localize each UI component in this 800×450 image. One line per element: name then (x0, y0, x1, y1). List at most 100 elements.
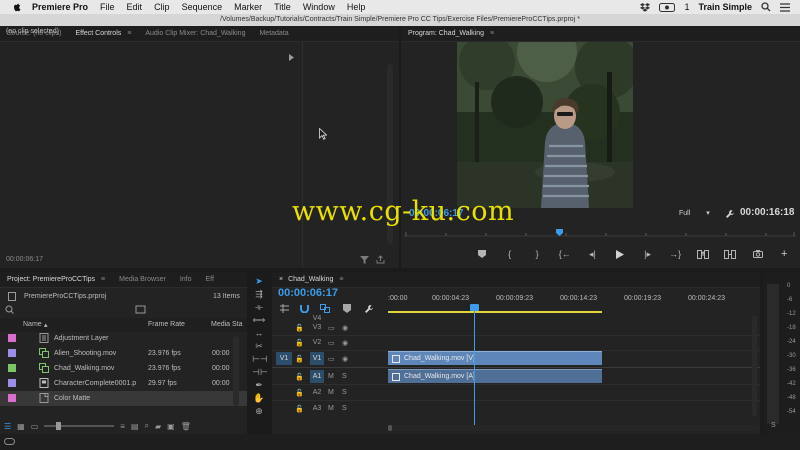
solo-button[interactable]: S (342, 373, 347, 380)
lock-icon[interactable]: 🔓 (295, 324, 304, 332)
zoom-tool-icon[interactable]: ⊕ (252, 406, 266, 417)
icon-view-icon[interactable]: ▦ (17, 422, 25, 431)
playhead-handle[interactable] (470, 304, 479, 311)
track-select-tool-icon[interactable]: ⇶ (252, 289, 266, 300)
go-to-in-button[interactable]: {← (558, 247, 572, 261)
record-icon[interactable] (659, 2, 676, 12)
mark-in-button[interactable]: { (503, 247, 517, 261)
menu-marker[interactable]: Marker (234, 2, 262, 12)
lock-icon[interactable]: 🔓 (295, 373, 304, 381)
step-back-button[interactable]: ◂| (585, 247, 599, 261)
slip-tool-icon[interactable]: ⊢⊣ (252, 354, 268, 365)
eye-icon[interactable]: ◉ (342, 339, 348, 347)
program-video-frame[interactable] (457, 42, 633, 208)
menu-file[interactable]: File (100, 2, 115, 12)
lock-icon[interactable]: 🔓 (295, 389, 304, 397)
project-item[interactable]: Chad_Walking.mov 23.976 fps 00:00 (0, 361, 247, 376)
export-frame-button[interactable] (751, 247, 765, 261)
mark-out-button[interactable]: } (530, 247, 544, 261)
tab-effects[interactable]: Eff (199, 272, 221, 288)
timeline-vertical-scrollbar[interactable] (752, 316, 757, 416)
close-icon[interactable]: × (279, 276, 283, 283)
rate-stretch-tool-icon[interactable]: ↔ (252, 328, 266, 339)
sync-lock-icon[interactable]: ▭ (328, 355, 335, 363)
expand-arrow-icon[interactable] (289, 54, 294, 61)
list-icon[interactable] (780, 2, 790, 12)
slide-tool-icon[interactable]: ⊣⊢ (252, 367, 268, 378)
menu-window[interactable]: Window (303, 2, 335, 12)
timeline-menu-icon[interactable]: ≡ (339, 276, 343, 283)
tab-audio-clip-mixer[interactable]: Audio Clip Mixer: Chad_Walking (138, 26, 252, 42)
menu-help[interactable]: Help (347, 2, 366, 12)
project-item[interactable]: CharacterComplete0001.p 29.97 fps 00:00 (0, 376, 247, 391)
export-icon[interactable] (376, 255, 385, 264)
column-media-start[interactable]: Media Sta (211, 321, 243, 328)
track-name[interactable]: V3 (310, 324, 324, 331)
tab-media-browser[interactable]: Media Browser (112, 272, 173, 288)
lock-icon[interactable]: 🔓 (295, 339, 304, 347)
track-name[interactable]: A1 (310, 370, 324, 383)
automate-to-sequence-icon[interactable]: ▤ (131, 422, 139, 431)
column-name[interactable]: Name (23, 321, 42, 328)
trash-icon[interactable]: 🗑 (181, 422, 191, 431)
timeline-scrollbar[interactable] (388, 424, 760, 432)
program-resolution-select[interactable]: Full ▾ (679, 209, 710, 217)
timeline-playhead[interactable] (474, 304, 475, 428)
project-item[interactable]: Adjustment Layer (0, 331, 247, 346)
tab-effect-controls[interactable]: Effect Controls ≡ (68, 26, 138, 42)
mute-button[interactable]: M (328, 373, 334, 380)
razor-tool-icon[interactable]: ✂ (252, 341, 266, 352)
source-patch-v1[interactable]: V1 (276, 352, 292, 365)
tab-project[interactable]: Project: PremiereProCCTips ≡ (0, 272, 112, 288)
pen-tool-icon[interactable]: ✒ (252, 380, 266, 391)
eye-icon[interactable] (4, 438, 15, 445)
sync-lock-icon[interactable]: ▭ (328, 339, 335, 347)
mute-button[interactable]: M (328, 389, 334, 396)
project-item[interactable]: Color Matte (0, 391, 247, 406)
lift-button[interactable] (696, 247, 710, 261)
selection-tool-icon[interactable]: ➤ (252, 276, 266, 287)
menu-clip[interactable]: Clip (154, 2, 170, 12)
solo-button[interactable]: S (342, 389, 347, 396)
effect-controls-scrollbar[interactable] (387, 64, 393, 244)
apple-icon[interactable] (12, 2, 22, 12)
project-scrollbar[interactable] (233, 336, 239, 406)
eye-icon[interactable]: ◉ (342, 355, 348, 363)
lock-icon[interactable]: 🔓 (295, 355, 304, 363)
tab-info[interactable]: Info (173, 272, 199, 288)
sort-icon[interactable]: ≡ (120, 422, 125, 431)
panel-menu-icon[interactable]: ≡ (127, 30, 131, 37)
zoom-slider-handle[interactable] (56, 422, 62, 430)
dropbox-icon[interactable] (640, 2, 651, 12)
search-icon[interactable] (761, 2, 771, 12)
meter-solo-button[interactable]: S (771, 422, 776, 429)
find-icon[interactable]: ⌕ (145, 421, 149, 431)
user-name[interactable]: Train Simple (698, 2, 752, 12)
wrench-icon[interactable] (725, 209, 735, 219)
go-to-out-button[interactable]: →} (668, 247, 682, 261)
add-marker-button[interactable] (475, 247, 489, 261)
program-time-ruler[interactable] (404, 228, 796, 238)
list-view-icon[interactable]: ☰ (4, 422, 11, 431)
mute-button[interactable]: M (328, 405, 334, 412)
project-menu-icon[interactable]: ≡ (101, 276, 105, 283)
hand-tool-icon[interactable]: ✋ (252, 393, 266, 404)
sync-lock-icon[interactable]: ▭ (328, 324, 335, 332)
effect-controls-timecode[interactable]: 00:00:06:17 (6, 256, 43, 263)
menu-premiere-pro[interactable]: Premiere Pro (32, 2, 88, 12)
eye-icon[interactable]: ◉ (342, 324, 348, 332)
extract-button[interactable] (723, 247, 737, 261)
timeline-timecode[interactable]: 00:00:06:17 (278, 287, 338, 299)
video-audio-divider[interactable] (272, 367, 760, 368)
program-menu-icon[interactable]: ≡ (490, 30, 494, 37)
audio-clip[interactable]: Chad_Walking.mov [A] (388, 369, 602, 383)
menu-sequence[interactable]: Sequence (182, 2, 223, 12)
tab-metadata[interactable]: Metadata (252, 26, 295, 42)
video-clip[interactable]: Chad_Walking.mov [V] (388, 351, 602, 365)
track-name[interactable]: V1 (310, 352, 324, 365)
ripple-edit-tool-icon[interactable]: ⟛ (252, 302, 266, 313)
button-editor-plus[interactable]: + (781, 248, 787, 260)
menu-edit[interactable]: Edit (127, 2, 143, 12)
project-item[interactable]: Alien_Shooting.mov 23.976 fps 00:00 (0, 346, 247, 361)
step-forward-button[interactable]: |▸ (641, 247, 655, 261)
